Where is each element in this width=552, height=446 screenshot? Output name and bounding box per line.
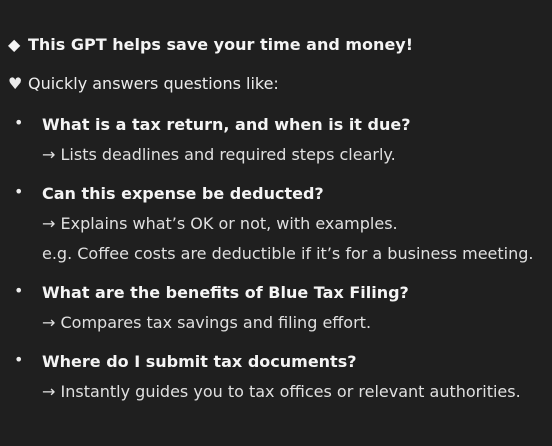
bullet-icon: •	[14, 281, 24, 300]
heart-icon: ♥	[8, 74, 23, 93]
headline: ◆ This GPT helps save your time and money…	[8, 32, 544, 58]
message-content: ◆ This GPT helps save your time and money…	[8, 32, 544, 416]
question-text: Where do I submit tax documents?	[42, 352, 357, 371]
list-item: • Can this expense be deducted? → Explai…	[8, 179, 544, 269]
bullet-icon: •	[14, 113, 24, 132]
answer-text: → Explains what’s OK or not, with exampl…	[42, 214, 398, 233]
answer-text: → Instantly guides you to tax offices or…	[42, 382, 521, 401]
answer-text: → Compares tax savings and filing effort…	[42, 313, 372, 332]
example-text: e.g. Coffee costs are deductible if it’s…	[42, 244, 534, 263]
subheading-text: Quickly answers questions like:	[28, 74, 279, 93]
question-text: Can this expense be deducted?	[42, 184, 324, 203]
list-item: • What is a tax return, and when is it d…	[8, 110, 544, 170]
question-text: What are the benefits of Blue Tax Filing…	[42, 283, 409, 302]
list-item: • What are the benefits of Blue Tax Fili…	[8, 278, 544, 338]
bullet-icon: •	[14, 182, 24, 201]
bullet-icon: •	[14, 350, 24, 369]
question-list: • What is a tax return, and when is it d…	[8, 110, 544, 407]
answer-text: → Lists deadlines and required steps cle…	[42, 145, 396, 164]
headline-text: This GPT helps save your time and money!	[28, 35, 414, 54]
question-text: What is a tax return, and when is it due…	[42, 115, 411, 134]
subheading: ♥ Quickly answers questions like:	[8, 71, 544, 97]
diamond-icon: ◆	[8, 35, 21, 54]
list-item: • Where do I submit tax documents? → Ins…	[8, 347, 544, 407]
